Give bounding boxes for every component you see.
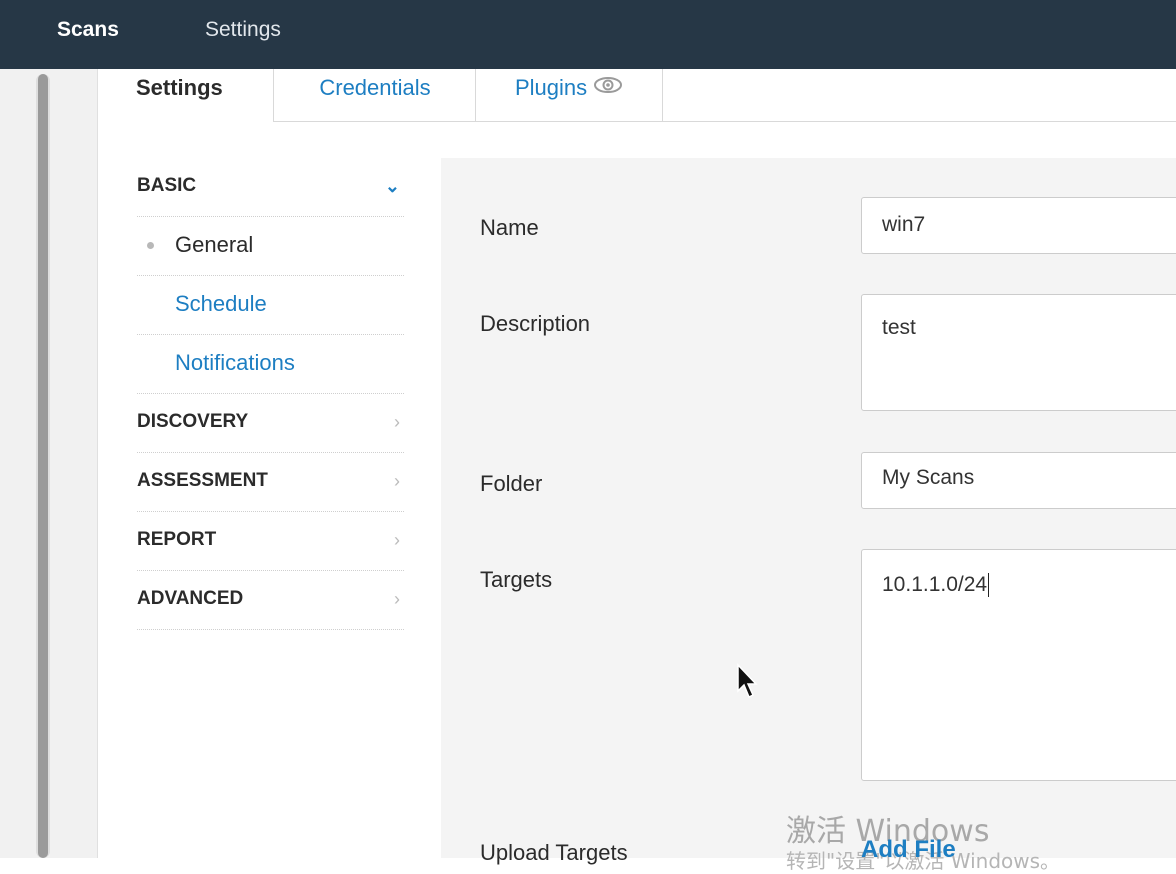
menu-section-label: DISCOVERY [137, 411, 249, 432]
menu-item-notifications[interactable]: Notifications [137, 335, 404, 394]
tab-settings[interactable]: Settings [98, 69, 274, 122]
nav-settings[interactable]: Settings [205, 0, 281, 60]
menu-section-label: REPORT [137, 529, 217, 550]
menu-item-schedule[interactable]: Schedule [137, 276, 404, 335]
chevron-right-icon: › [394, 530, 400, 550]
mouse-cursor-icon [736, 663, 760, 706]
nav-scans[interactable]: Scans [57, 0, 119, 60]
menu-section-basic[interactable]: BASIC ⌄ [137, 158, 404, 217]
chevron-right-icon: › [394, 412, 400, 432]
name-input-value: win7 [882, 213, 926, 236]
name-input[interactable]: win7 [861, 197, 1176, 254]
menu-section-advanced[interactable]: ADVANCED › [137, 571, 404, 630]
menu-section-label: BASIC [137, 175, 197, 196]
description-label: Description [480, 311, 591, 336]
chevron-right-icon: › [394, 471, 400, 491]
top-nav-bar: Scans Settings [0, 0, 1176, 69]
menu-section-label: ADVANCED [137, 588, 244, 609]
upload-targets-label: Upload Targets [480, 840, 628, 865]
menu-section-assessment[interactable]: ASSESSMENT › [137, 453, 404, 512]
name-label: Name [480, 215, 539, 240]
description-textarea[interactable]: test [861, 294, 1176, 411]
folder-select[interactable]: My Scans [861, 452, 1176, 509]
menu-item-general[interactable]: General [137, 217, 404, 276]
add-file-link[interactable]: Add File [861, 836, 956, 864]
chevron-right-icon: › [394, 589, 400, 609]
menu-section-discovery[interactable]: DISCOVERY › [137, 394, 404, 453]
text-caret [988, 573, 990, 598]
tab-plugins[interactable]: Plugins [477, 69, 663, 121]
menu-item-label: Schedule [175, 291, 267, 316]
tab-plugins-label: Plugins [515, 75, 588, 100]
eye-icon[interactable] [593, 68, 623, 106]
tab-bar: Settings Credentials Plugins [98, 69, 1176, 122]
menu-item-label: Notifications [175, 350, 295, 375]
menu-section-label: ASSESSMENT [137, 470, 268, 491]
menu-item-label: General [175, 232, 254, 257]
vertical-scrollbar[interactable] [36, 74, 50, 858]
targets-label: Targets [480, 567, 553, 592]
scrollbar-thumb[interactable] [38, 74, 48, 858]
chevron-down-icon: ⌄ [384, 176, 400, 196]
folder-label: Folder [480, 471, 543, 496]
tab-credentials[interactable]: Credentials [275, 69, 476, 121]
folder-value: My Scans [882, 466, 975, 489]
targets-textarea[interactable]: 10.1.1.0/24 [861, 549, 1176, 781]
menu-section-report[interactable]: REPORT › [137, 512, 404, 571]
targets-value: 10.1.1.0/24 [882, 573, 988, 596]
active-bullet-icon [147, 242, 154, 249]
description-value: test [882, 316, 916, 339]
